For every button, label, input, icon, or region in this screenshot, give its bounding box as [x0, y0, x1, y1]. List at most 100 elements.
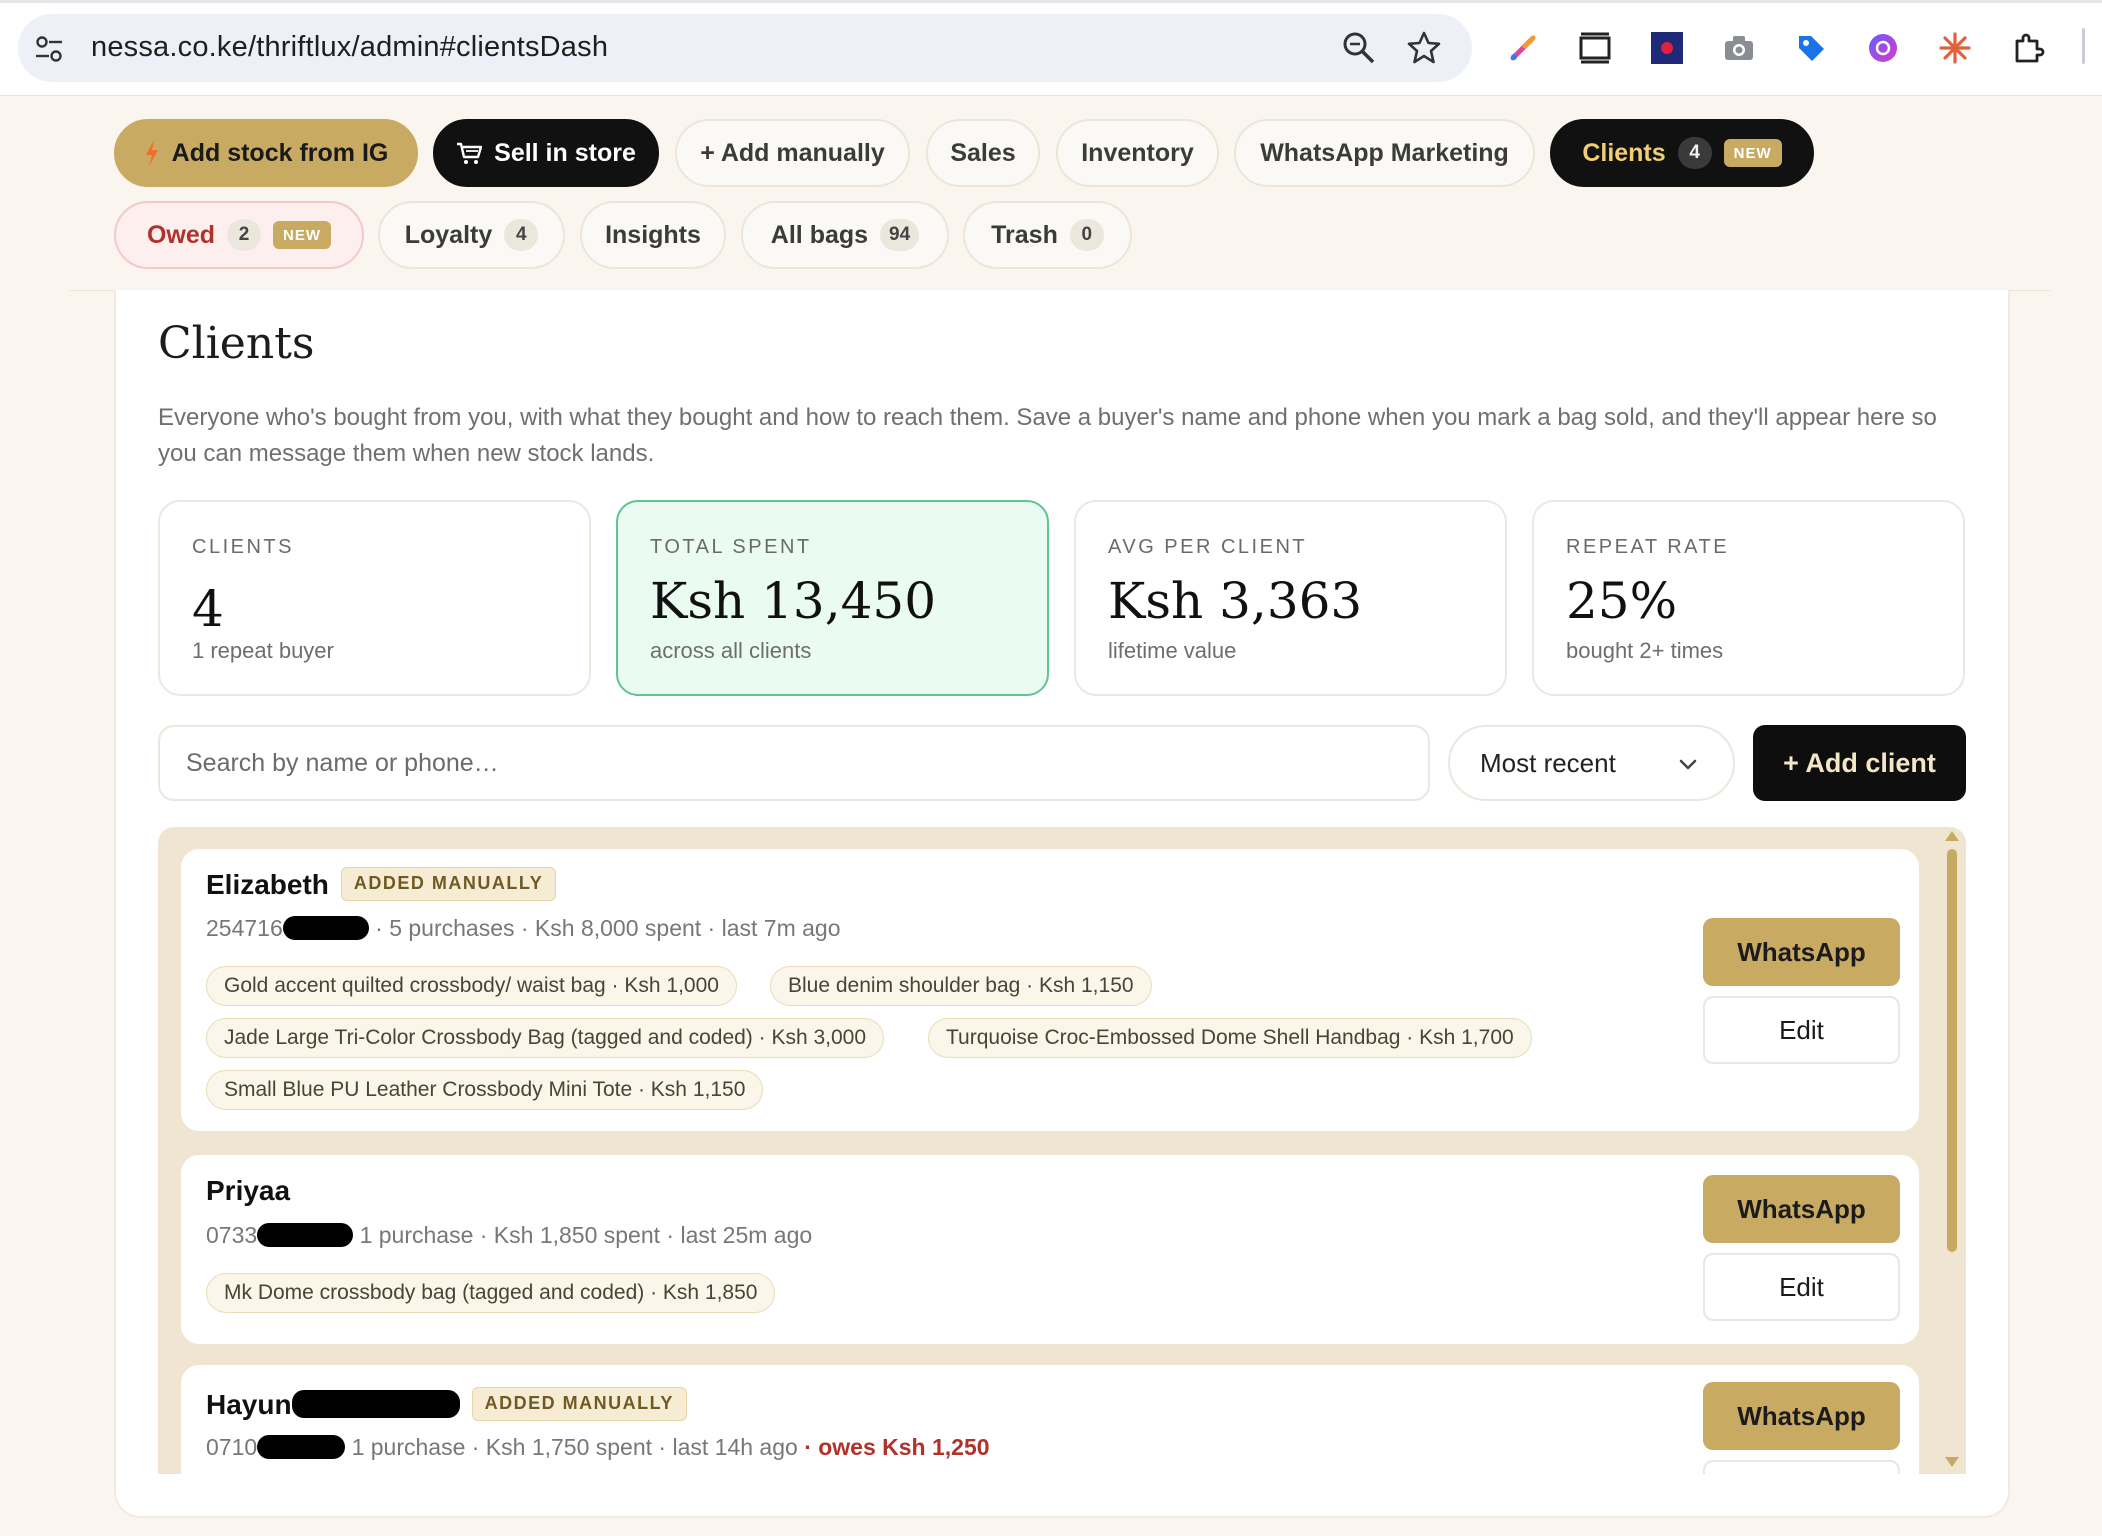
page-description: Everyone who's bought from you, with wha… — [158, 404, 1937, 467]
tab-strip-edge — [0, 0, 2102, 3]
purchase-chip: Jade Large Tri-Color Crossbody Bag (tagg… — [206, 1018, 885, 1058]
stat-sub: 1 repeat buyer — [192, 638, 334, 663]
tab-insights[interactable]: Insights — [580, 201, 726, 269]
tab-trash-label: Trash — [991, 220, 1058, 249]
redacted-phone — [257, 1222, 354, 1247]
redacted-name — [291, 1389, 460, 1418]
stat-label: CLIENTS — [192, 536, 294, 558]
edit-button[interactable]: Edit — [1703, 1253, 1900, 1321]
stat-card-clients: CLIENTS 4 1 repeat buyer — [158, 500, 591, 696]
tab-inventory-label: Inventory — [1081, 138, 1194, 167]
chevron-down-icon — [1679, 759, 1697, 770]
client-stats: · 5 purchases · Ksh 8,000 spent · last 7… — [375, 915, 841, 941]
search-input[interactable] — [158, 725, 1430, 801]
star-icon[interactable] — [1406, 30, 1442, 66]
stat-value: Ksh 13,450 — [650, 572, 937, 630]
edit-button[interactable] — [1703, 1460, 1900, 1474]
purchase-chip: Gold accent quilted crossbody/ waist bag… — [206, 966, 737, 1006]
tab-inventory[interactable]: Inventory — [1056, 119, 1219, 187]
client-name: Elizabeth ADDED MANUALLY — [206, 866, 557, 904]
sort-select-value: Most recent — [1480, 747, 1616, 778]
camera-extension-icon[interactable] — [1719, 28, 1759, 68]
color-picker-extension-icon[interactable] — [1503, 28, 1543, 68]
whatsapp-button[interactable]: WhatsApp — [1703, 918, 1900, 986]
stat-sub: bought 2+ times — [1566, 638, 1724, 663]
stat-value: 4 — [192, 580, 224, 638]
url-text[interactable]: nessa.co.ke/thriftlux/admin#clientsDash — [91, 31, 608, 64]
tab-sales-label: Sales — [950, 138, 1016, 167]
tab-loyalty[interactable]: Loyalty 4 — [378, 201, 565, 269]
tab-trash[interactable]: Trash 0 — [963, 201, 1132, 269]
tab-clients[interactable]: Clients 4 NEW — [1550, 119, 1814, 187]
stat-card-avg-per-client: AVG PER CLIENT Ksh 3,363 lifetime value — [1074, 500, 1507, 696]
puzzle-extension-icon[interactable] — [2008, 28, 2048, 68]
client-card: Elizabeth ADDED MANUALLY 254716 · 5 purch… — [181, 849, 1919, 1131]
whatsapp-button[interactable]: WhatsApp — [1703, 1175, 1900, 1243]
client-name: Priyaa — [206, 1175, 291, 1206]
tab-owed-new-badge: NEW — [273, 221, 332, 249]
tab-loyalty-count: 4 — [504, 219, 539, 251]
add-manually-label: + Add manually — [700, 138, 885, 167]
whatsapp-button[interactable]: WhatsApp — [1703, 1382, 1900, 1450]
tag-extension-icon[interactable] — [1791, 28, 1831, 68]
screenshot-extension-icon[interactable] — [1575, 28, 1615, 68]
client-phone-prefix: 0710 — [206, 1434, 258, 1460]
bolt-icon — [145, 140, 158, 166]
gradient-extension-icon[interactable] — [1863, 28, 1903, 68]
stat-card-repeat-rate: REPEAT RATE 25% bought 2+ times — [1532, 500, 1965, 696]
client-phone-prefix: 254716 — [206, 915, 283, 941]
stat-sub: across all clients — [650, 638, 812, 663]
stat-value: 25% — [1566, 572, 1678, 630]
stat-card-total-spent: TOTAL SPENT Ksh 13,450 across all client… — [616, 500, 1049, 696]
sparkle-extension-icon[interactable] — [1935, 28, 1975, 68]
client-meta: 0733 1 purchase · Ksh 1,850 spent · last… — [206, 1222, 812, 1249]
purchase-chip: Turquoise Croc-Embossed Dome Shell Handb… — [928, 1018, 1532, 1058]
purchase-chip: Blue denim shoulder bag · Ksh 1,150 — [770, 966, 1152, 1006]
sell-in-store-label: Sell in store — [494, 138, 636, 167]
tune-icon[interactable] — [34, 35, 64, 63]
add-stock-ig-button[interactable]: Add stock from IG — [114, 119, 418, 187]
tab-owed-label: Owed — [146, 220, 216, 249]
client-name-text: Hayun — [206, 1389, 292, 1420]
add-manually-button[interactable]: + Add manually — [675, 119, 910, 187]
stat-label: AVG PER CLIENT — [1108, 536, 1308, 558]
client-stats: 1 purchase · Ksh 1,850 spent · last 25m … — [359, 1222, 813, 1248]
client-card: Priyaa 0733 1 purchase · Ksh 1,850 spent… — [181, 1155, 1919, 1344]
scrollbar-thumb[interactable] — [1947, 849, 1957, 1252]
tab-clients-count: 4 — [1677, 137, 1712, 169]
tab-trash-count: 0 — [1069, 219, 1104, 251]
redacted-phone — [257, 1434, 346, 1459]
sort-select[interactable]: Most recent — [1448, 725, 1735, 801]
tab-whatsapp-marketing-label: WhatsApp Marketing — [1260, 138, 1509, 167]
page-title: Clients — [158, 318, 315, 369]
window-edge — [2082, 28, 2085, 64]
tab-all-bags-label: All bags — [770, 220, 869, 249]
tab-all-bags[interactable]: All bags 94 — [741, 201, 949, 269]
added-manually-badge: ADDED MANUALLY — [471, 1386, 687, 1421]
cart-icon — [457, 142, 483, 164]
redacted-phone — [282, 915, 369, 940]
tab-loyalty-label: Loyalty — [404, 220, 493, 249]
purchase-chip: Mk Dome crossbody bag (tagged and coded)… — [206, 1273, 776, 1313]
add-client-button[interactable]: + Add client — [1753, 725, 1966, 801]
stat-label: REPEAT RATE — [1566, 536, 1730, 558]
tab-sales[interactable]: Sales — [926, 119, 1040, 187]
client-name: Hayun ADDED MANUALLY — [206, 1386, 687, 1424]
tab-whatsapp-marketing[interactable]: WhatsApp Marketing — [1234, 119, 1535, 187]
client-phone-prefix: 0733 — [206, 1222, 258, 1248]
edit-button[interactable]: Edit — [1703, 996, 1900, 1064]
client-stats: 1 purchase · Ksh 1,750 spent · last 14h … — [351, 1434, 798, 1460]
tab-clients-label: Clients — [1582, 138, 1666, 167]
client-meta: 0710 1 purchase · Ksh 1,750 spent · last… — [206, 1434, 990, 1461]
sell-in-store-button[interactable]: Sell in store — [433, 119, 659, 187]
zoom-icon[interactable] — [1341, 30, 1377, 66]
client-name-text: Elizabeth — [206, 869, 329, 900]
stat-label: TOTAL SPENT — [650, 536, 812, 558]
scroll-down-arrow-icon[interactable] — [1945, 1457, 1959, 1467]
screen-recorder-extension-icon[interactable] — [1647, 28, 1687, 68]
scroll-up-arrow-icon[interactable] — [1945, 831, 1959, 841]
purchase-chip: Small Blue PU Leather Crossbody Mini Tot… — [206, 1070, 764, 1110]
client-card: Hayun ADDED MANUALLY 0710 1 purchase · Ks… — [181, 1365, 1919, 1474]
tab-owed[interactable]: Owed 2 NEW — [114, 201, 364, 269]
client-list[interactable]: Elizabeth ADDED MANUALLY 254716 · 5 purch… — [158, 827, 1966, 1474]
